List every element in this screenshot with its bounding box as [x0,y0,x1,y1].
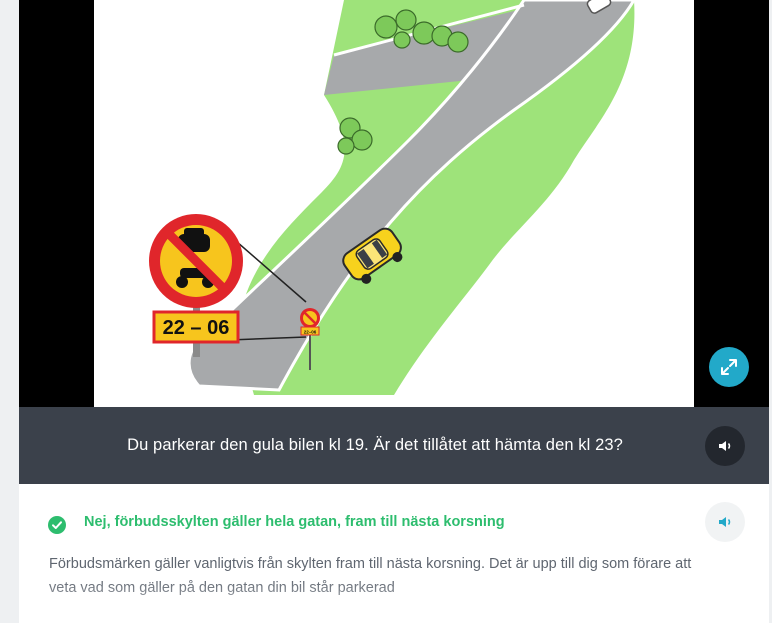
speaker-icon [719,441,731,451]
speaker-icon [719,517,731,527]
question-text: Du parkerar den gula bilen kl 19. Är det… [127,436,623,454]
question-card: 22 – 06 22–06 Du parkerar den gula bilen… [19,0,769,623]
check-circle-icon [48,516,66,534]
sign-time-label: 22 – 06 [163,317,230,339]
question-bar: Du parkerar den gula bilen kl 19. Är det… [19,407,769,484]
correct-answer-text: Nej, förbudsskylten gäller hela gatan, f… [84,514,505,530]
small-sign-time-label: 22–06 [304,330,317,335]
street-scene: 22 – 06 22–06 [149,0,636,395]
question-audio-button[interactable] [705,426,745,466]
expand-icon [721,359,737,375]
answer-section: Nej, förbudsskylten gäller hela gatan, f… [19,484,769,623]
answer-audio-button[interactable] [705,502,745,542]
fullscreen-button[interactable] [709,347,749,387]
road-illustration: 22 – 06 22–06 [94,0,694,407]
media-frame: 22 – 06 22–06 [19,0,769,407]
answer-explanation: Förbudsmärken gäller vanligtvis från sky… [49,556,692,596]
